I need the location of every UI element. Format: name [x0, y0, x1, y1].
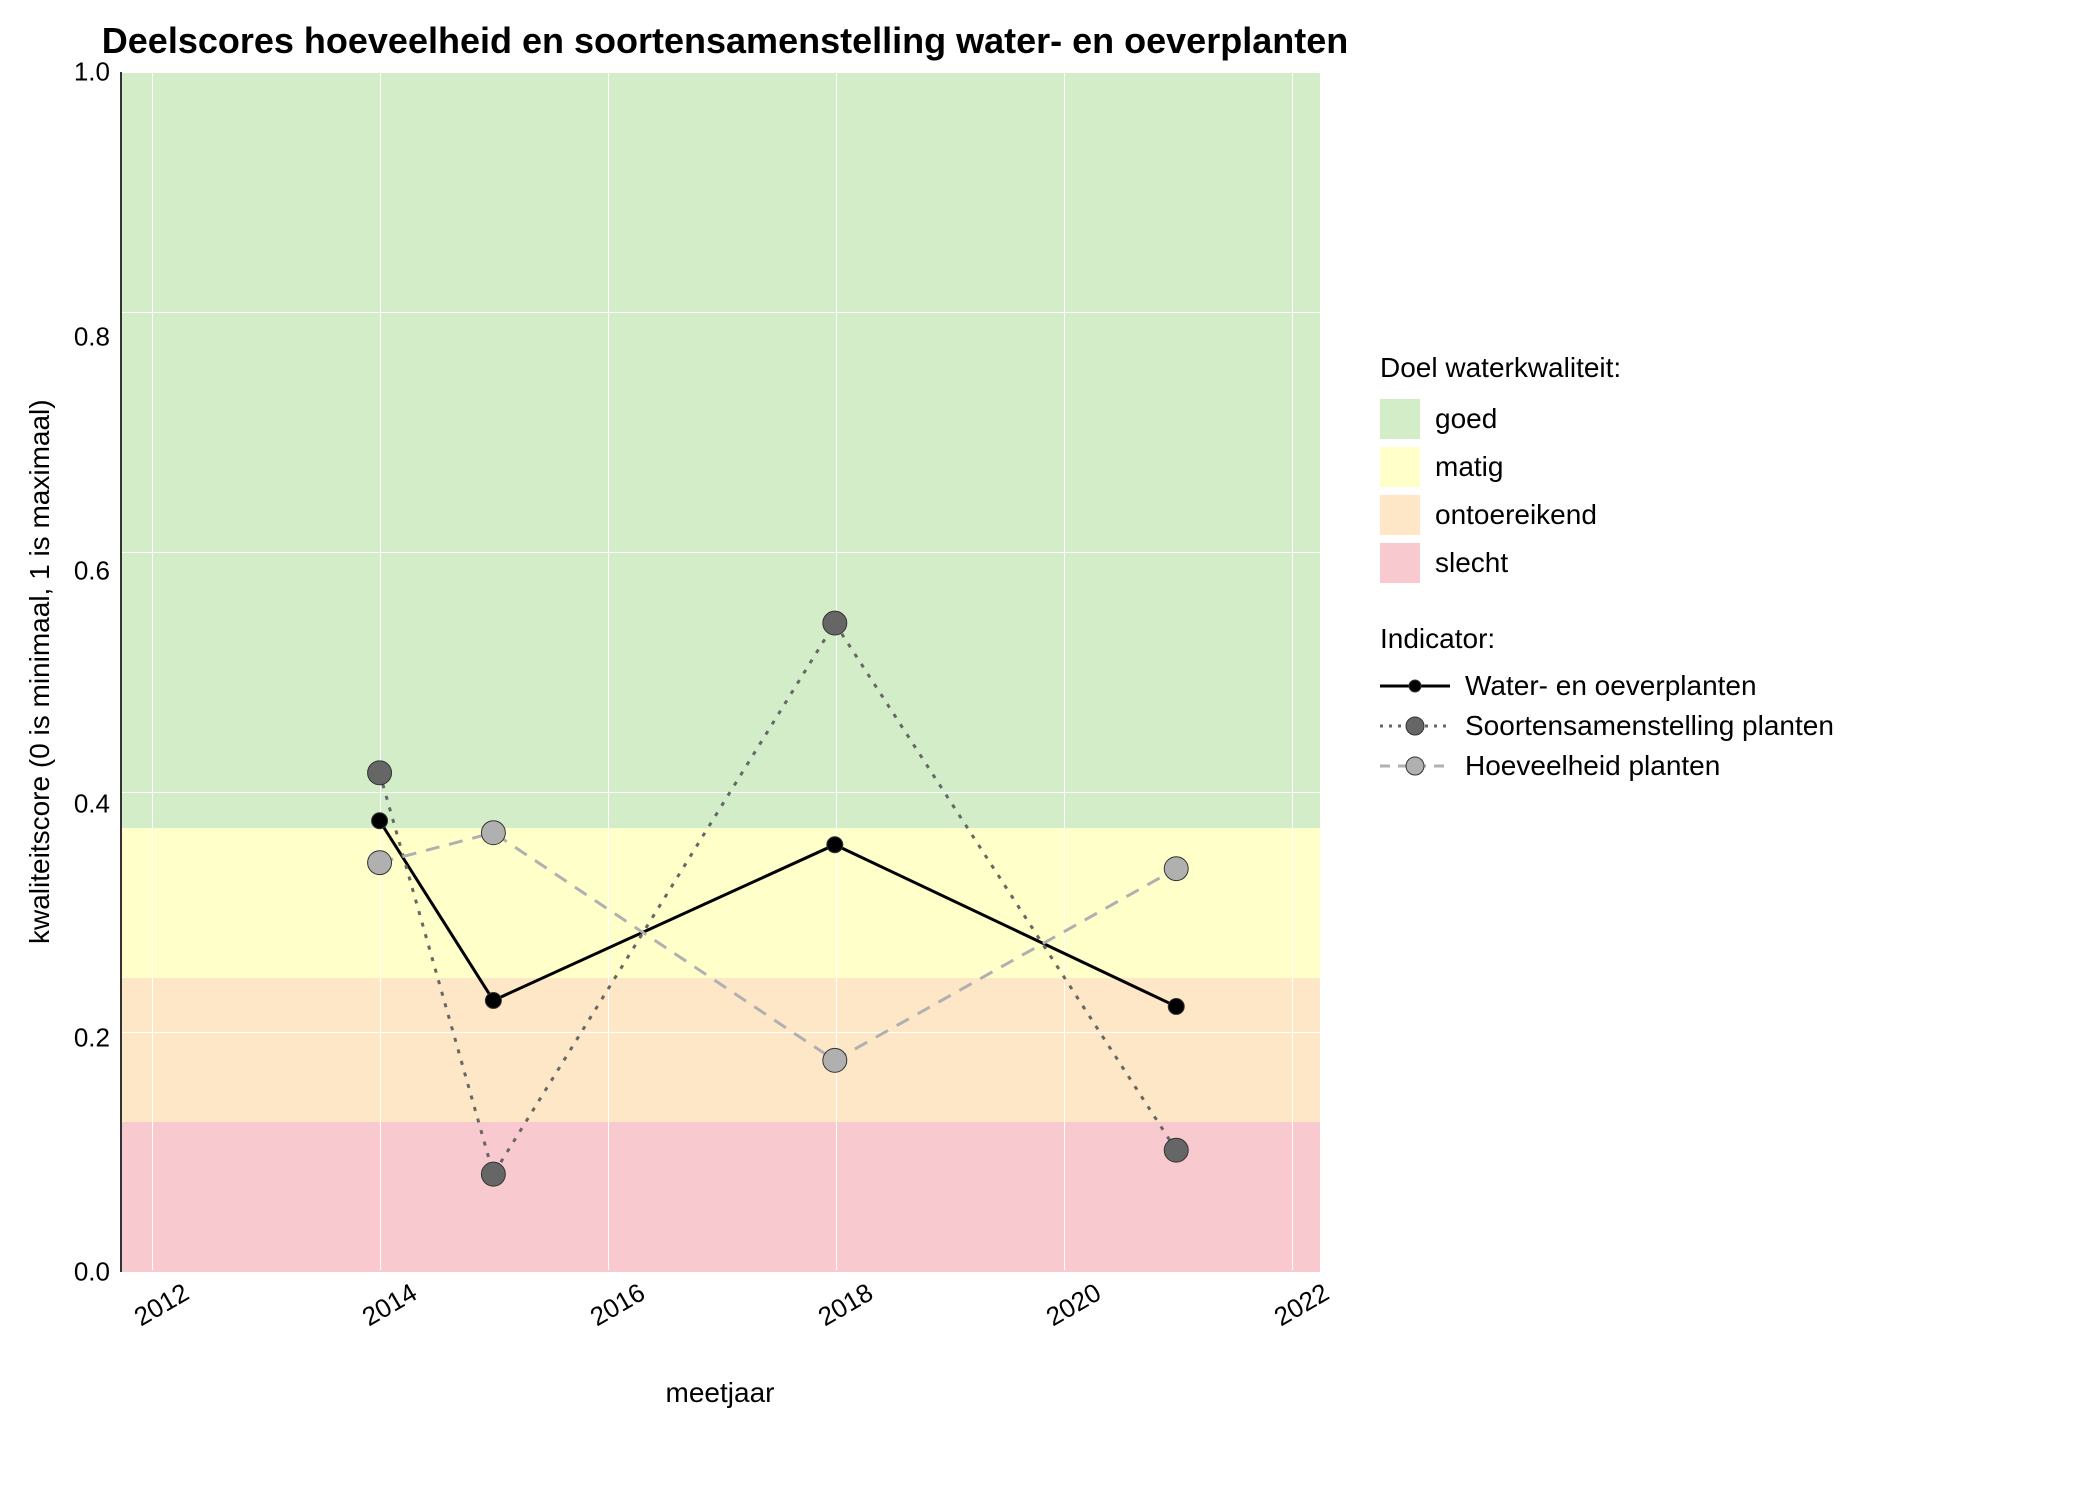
legend-band-item: goed — [1380, 399, 1834, 439]
legend-swatch — [1380, 399, 1420, 439]
chart-body: kwaliteitscore (0 is minimaal, 1 is maxi… — [20, 72, 2080, 1462]
x-tick-label: 2020 — [1041, 1277, 1107, 1333]
legend-bands-title: Doel waterkwaliteit: — [1380, 352, 1834, 384]
legend-series-label: Hoeveelheid planten — [1465, 750, 1720, 782]
legend-swatch — [1380, 495, 1420, 535]
legend-series-title: Indicator: — [1380, 623, 1834, 655]
legend-band-item: slecht — [1380, 543, 1834, 583]
legend-band-item: matig — [1380, 447, 1834, 487]
data-point — [368, 851, 392, 875]
y-tick-label: 0.2 — [60, 1023, 110, 1054]
legend-swatch — [1380, 543, 1420, 583]
legend-band-label: slecht — [1435, 547, 1508, 579]
data-point — [368, 761, 392, 785]
legend-band-label: ontoereikend — [1435, 499, 1597, 531]
data-point — [1168, 998, 1184, 1014]
y-tick-label: 0.8 — [60, 321, 110, 352]
data-point — [485, 992, 501, 1008]
legend-band-label: matig — [1435, 451, 1503, 483]
legend-band-label: goed — [1435, 403, 1497, 435]
y-tick-label: 0.0 — [60, 1256, 110, 1287]
legend-series-item: Soortensamenstelling planten — [1380, 710, 1834, 742]
legend: Doel waterkwaliteit: goed matig ontoereike… — [1380, 312, 1834, 1462]
x-tick-label: 2022 — [1269, 1277, 1335, 1333]
y-tick-label: 0.6 — [60, 555, 110, 586]
chart-title: Deelscores hoeveelheid en soortensamenst… — [100, 20, 1350, 62]
x-tick-label: 2014 — [357, 1277, 423, 1333]
x-tick-label: 2016 — [585, 1277, 651, 1333]
x-axis-ticks: 201220142016201820202022 — [120, 1277, 1320, 1337]
legend-band-item: ontoereikend — [1380, 495, 1834, 535]
data-point — [481, 821, 505, 845]
legend-line-sample — [1380, 711, 1450, 741]
x-axis-label: meetjaar — [120, 1377, 1320, 1409]
series-line-1 — [380, 623, 1177, 1174]
data-point — [827, 837, 843, 853]
y-axis-ticks: 1.00.80.60.40.20.0 — [60, 72, 120, 1272]
data-point — [1164, 1138, 1188, 1162]
y-tick-label: 0.4 — [60, 789, 110, 820]
x-tick-label: 2012 — [129, 1277, 195, 1333]
plot-area — [120, 72, 1320, 1272]
series-line-0 — [380, 821, 1177, 1007]
chart-container: Deelscores hoeveelheid en soortensamenst… — [20, 20, 2080, 1480]
plot-svg — [122, 72, 1320, 1270]
legend-swatch — [1380, 447, 1420, 487]
data-point — [823, 1048, 847, 1072]
x-tick-label: 2018 — [813, 1277, 879, 1333]
data-point — [823, 611, 847, 635]
legend-line-sample — [1380, 671, 1450, 701]
legend-series-item: Hoeveelheid planten — [1380, 750, 1834, 782]
y-axis-label: kwaliteitscore (0 is minimaal, 1 is maxi… — [20, 72, 60, 1272]
plot-column: 201220142016201820202022 meetjaar — [120, 72, 1320, 1462]
legend-series-label: Water- en oeverplanten — [1465, 670, 1757, 702]
y-tick-label: 1.0 — [60, 57, 110, 88]
legend-series-label: Soortensamenstelling planten — [1465, 710, 1834, 742]
data-point — [481, 1162, 505, 1186]
legend-line-sample — [1380, 751, 1450, 781]
legend-series-item: Water- en oeverplanten — [1380, 670, 1834, 702]
data-point — [1164, 857, 1188, 881]
data-point — [372, 813, 388, 829]
series-line-2 — [380, 833, 1177, 1061]
